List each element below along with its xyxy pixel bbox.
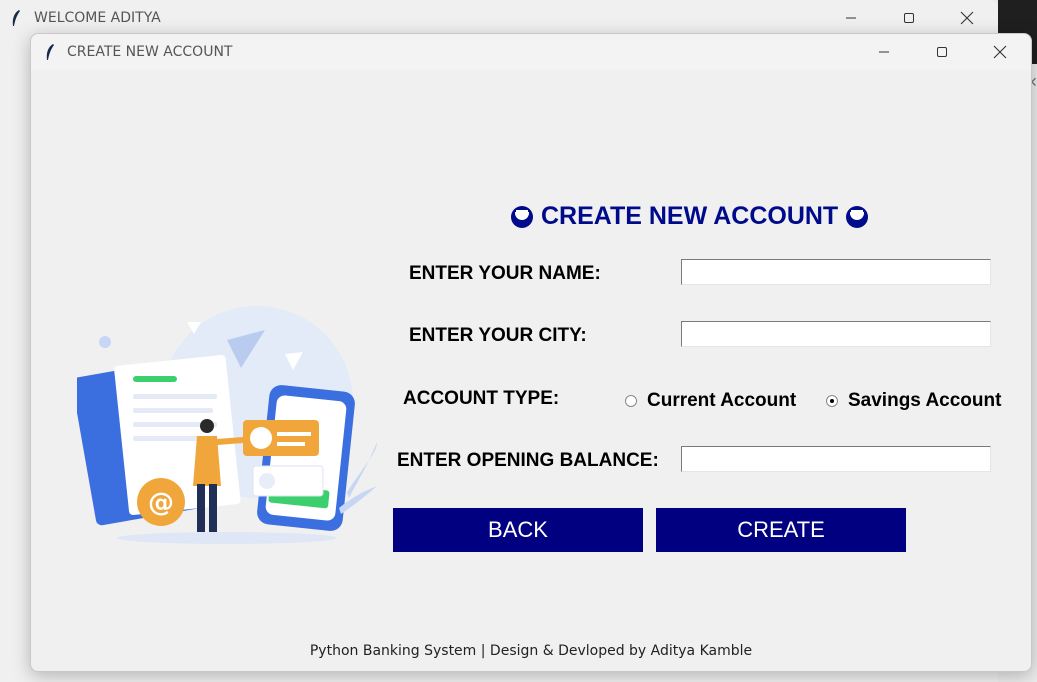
- feather-icon: [46, 44, 54, 60]
- person-head: [200, 419, 214, 433]
- card-line: [277, 432, 311, 436]
- doc-line: [133, 376, 177, 382]
- close-icon: [960, 11, 974, 25]
- ground-shadow: [117, 532, 337, 544]
- name-field[interactable]: [681, 259, 991, 285]
- window-title: WELCOME ADITYA: [34, 10, 161, 26]
- create-button[interactable]: CREATE: [656, 508, 906, 552]
- window-title: CREATE NEW ACCOUNT: [67, 44, 233, 60]
- savings-account-radio[interactable]: Savings Account: [826, 390, 1001, 412]
- maximize-button[interactable]: [886, 2, 932, 34]
- minimize-icon: [846, 17, 856, 19]
- heading-text: CREATE NEW ACCOUNT: [541, 202, 839, 230]
- page-title: CREATE NEW ACCOUNT: [511, 202, 869, 231]
- grinning-face-icon: [511, 205, 533, 228]
- minimize-button[interactable]: [861, 36, 907, 68]
- radio-button[interactable]: [625, 395, 637, 407]
- account-illustration: @: [77, 306, 377, 544]
- minimize-button[interactable]: [828, 2, 874, 34]
- title-bar: CREATE NEW ACCOUNT: [31, 34, 1031, 70]
- close-button[interactable]: [944, 2, 990, 34]
- maximize-icon: [937, 47, 947, 57]
- person-arm: [214, 437, 246, 445]
- doc-line: [133, 436, 205, 441]
- balance-field[interactable]: [681, 446, 991, 472]
- back-button[interactable]: BACK: [393, 508, 643, 552]
- card-line: [277, 442, 305, 446]
- footer-credit: Python Banking System | Design & Devlope…: [309, 643, 753, 659]
- radio-button-selected[interactable]: [826, 395, 838, 407]
- name-label: ENTER YOUR NAME:: [409, 263, 601, 284]
- person-leg: [209, 484, 217, 532]
- avatar: [259, 473, 275, 489]
- close-button[interactable]: [977, 36, 1023, 68]
- doc-line: [133, 408, 213, 413]
- maximize-icon: [904, 13, 914, 23]
- current-account-radio[interactable]: Current Account: [625, 390, 796, 412]
- city-field[interactable]: [681, 321, 991, 347]
- doc-line: [133, 394, 217, 399]
- feather-icon: [12, 10, 20, 26]
- savings-account-label: Savings Account: [848, 390, 1002, 411]
- maximize-button[interactable]: [919, 36, 965, 68]
- balance-label: ENTER OPENING BALANCE:: [397, 450, 659, 471]
- account-type-label: ACCOUNT TYPE:: [403, 388, 560, 409]
- create-account-window: CREATE NEW ACCOUNT @ CREATE NEW ACCOUNT …: [30, 33, 1032, 672]
- current-account-label: Current Account: [647, 390, 797, 411]
- grinning-face-icon: [846, 205, 869, 228]
- minimize-icon: [879, 51, 889, 53]
- decor-dot: [99, 336, 111, 348]
- avatar: [250, 427, 272, 449]
- close-icon: [993, 45, 1007, 59]
- at-sign-icon: @: [148, 488, 174, 518]
- city-label: ENTER YOUR CITY:: [409, 325, 587, 346]
- person-leg: [197, 484, 205, 532]
